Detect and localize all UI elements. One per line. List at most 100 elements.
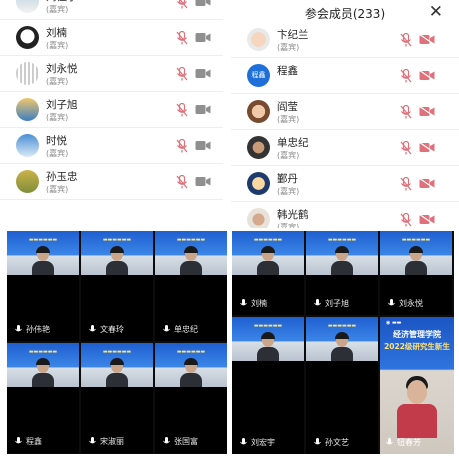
participant-row[interactable]: 刘子旭 (嘉宾) (0, 92, 223, 128)
participant-video: ▬▬▬▬▬▬ (7, 343, 79, 387)
tile-label: 刘子旭 (314, 298, 349, 309)
video-tile[interactable]: ▬▬▬▬▬▬ 刘宏宇 (232, 317, 304, 454)
participant-name: 程鑫 (277, 65, 298, 77)
mic-icon (240, 438, 247, 445)
video-tile[interactable]: ▬▬▬▬▬▬ 宋淑丽 (81, 343, 153, 453)
video-tile[interactable]: ▬▬▬▬▬▬ 文春玲 (81, 231, 153, 341)
camera-off-icon[interactable] (419, 178, 435, 189)
participant-video: ▬▬▬▬▬▬ (380, 231, 452, 275)
tile-name: 刘子旭 (325, 299, 349, 308)
participant-row[interactable]: 孙玉忠 (嘉宾) (0, 164, 223, 200)
tile-label: 刘楠 (240, 298, 267, 309)
camera-off-icon[interactable] (419, 106, 435, 117)
video-tile[interactable]: ▬▬▬▬▬▬ 孙文艺 (306, 317, 378, 454)
participant-row[interactable]: 刘永悦 (嘉宾) (0, 56, 223, 92)
camera-off-icon[interactable] (419, 70, 435, 81)
participant-row[interactable]: 程鑫 程鑫 (231, 58, 459, 94)
video-tile[interactable]: ▬▬▬▬▬▬ 单忠纪 (155, 231, 227, 341)
mic-icon (163, 437, 170, 444)
avatar (16, 26, 39, 49)
participant-name: 韩光鹤 (277, 209, 309, 221)
avatar (247, 28, 270, 51)
participant-panel-right: 参会成员(233) ✕ 卞纪兰 (嘉宾) 程鑫 程鑫 阎莹 (嘉宾) 单忠纪 (嘉宾) 鄞丹 (嘉… (231, 0, 459, 228)
mic-icon (163, 325, 170, 332)
participant-name: 孙玉忠 (46, 171, 78, 183)
mic-muted-icon[interactable] (400, 141, 412, 155)
participant-row[interactable]: 刘楠 (嘉宾) (0, 20, 223, 56)
camera-icon[interactable] (195, 140, 211, 151)
tile-label: 孙伟艳 (15, 324, 50, 335)
tile-name: 刘宏宇 (251, 438, 275, 447)
mic-muted-icon[interactable] (176, 67, 188, 81)
tile-name: 刘楠 (251, 299, 267, 308)
mic-icon (240, 299, 247, 306)
participant-row[interactable]: 卞纪兰 (嘉宾) (231, 22, 459, 58)
participant-name: 卞纪兰 (277, 29, 309, 41)
mic-muted-icon[interactable] (176, 103, 188, 117)
mic-muted-icon[interactable] (176, 31, 188, 45)
participant-role: (嘉宾) (46, 113, 69, 122)
mic-muted-icon[interactable] (400, 105, 412, 119)
camera-icon[interactable] (195, 68, 211, 79)
mic-muted-icon[interactable] (176, 0, 188, 9)
mic-muted-icon[interactable] (400, 177, 412, 191)
mic-muted-icon[interactable] (400, 213, 412, 227)
video-tile[interactable]: ▬▬▬▬▬▬ 程鑫 (7, 343, 79, 453)
camera-off-icon[interactable] (419, 142, 435, 153)
meeting-grid-right: ◉ ▬▬ 经济管理学院 2022级研究生新生 钮春芳 ▬▬▬▬▬▬ 刘楠 ▬▬▬▬▬… (232, 231, 454, 454)
close-icon[interactable]: ✕ (429, 2, 443, 22)
participant-name: 单忠纪 (277, 137, 309, 149)
camera-icon[interactable] (195, 0, 211, 7)
participant-video: ▬▬▬▬▬▬ (306, 317, 378, 361)
mic-muted-icon[interactable] (176, 139, 188, 153)
camera-icon[interactable] (195, 176, 211, 187)
speaker-video (397, 376, 437, 438)
avatar (16, 170, 39, 193)
participant-role: (嘉宾) (46, 41, 69, 50)
video-tile-featured[interactable]: ◉ ▬▬ 经济管理学院 2022级研究生新生 钮春芳 (380, 317, 454, 454)
participant-row[interactable]: 韩光鹤 (嘉宾) (231, 202, 459, 228)
participant-name: 刘永悦 (46, 63, 78, 75)
participant-row[interactable]: 单忠纪 (嘉宾) (231, 130, 459, 166)
mic-muted-icon[interactable] (400, 33, 412, 47)
camera-off-icon[interactable] (419, 214, 435, 225)
participant-name: 阎莹 (277, 101, 298, 113)
participant-name: 刘楠 (46, 27, 67, 39)
avatar (16, 134, 39, 157)
mic-muted-icon[interactable] (176, 175, 188, 189)
participant-row[interactable]: 阎莹 (嘉宾) (231, 94, 459, 130)
tile-label: 刘宏宇 (240, 437, 275, 448)
participant-name: 刘子旭 (46, 99, 78, 111)
school-name: 经济管理学院 (393, 330, 441, 339)
tile-name: 孙伟艳 (26, 325, 50, 334)
video-tile[interactable]: ▬▬▬▬▬▬ 孙伟艳 (7, 231, 79, 341)
mic-icon (388, 299, 395, 306)
camera-icon[interactable] (195, 104, 211, 115)
participant-row[interactable]: 鄞丹 (嘉宾) (231, 166, 459, 202)
mic-icon (314, 438, 321, 445)
camera-icon[interactable] (195, 32, 211, 43)
mic-icon (89, 437, 96, 444)
participant-role: (嘉宾) (277, 115, 300, 124)
video-tile[interactable]: ▬▬▬▬▬▬ 刘永悦 (380, 231, 452, 315)
tile-name: 文春玲 (100, 325, 124, 334)
participant-video: ▬▬▬▬▬▬ (81, 343, 153, 387)
event-name: 2022级研究生新生 (384, 342, 450, 351)
participant-role: (嘉宾) (277, 151, 300, 160)
participant-video: ▬▬▬▬▬▬ (155, 343, 227, 387)
mic-muted-icon[interactable] (400, 69, 412, 83)
participant-row[interactable]: 刘佳宁(嘉宾) (0, 0, 223, 20)
mic-icon (314, 299, 321, 306)
video-tile[interactable]: ▬▬▬▬▬▬ 刘楠 (232, 231, 304, 315)
panel-title: 参会成员(233) (304, 7, 386, 21)
participant-video: ▬▬▬▬▬▬ (232, 317, 304, 361)
participant-role: (嘉宾) (277, 223, 300, 228)
video-tile[interactable]: ▬▬▬▬▬▬ 张国富 (155, 343, 227, 453)
participant-row[interactable]: 时悦 (嘉宾) (0, 128, 223, 164)
video-tile[interactable]: ▬▬▬▬▬▬ 刘子旭 (306, 231, 378, 315)
participant-list: 卞纪兰 (嘉宾) 程鑫 程鑫 阎莹 (嘉宾) 单忠纪 (嘉宾) 鄞丹 (嘉宾) 韩光鹤 (嘉宾) (231, 22, 459, 228)
participant-video: ▬▬▬▬▬▬ (306, 231, 378, 275)
tile-label: 文春玲 (89, 324, 124, 335)
tile-label: 宋淑丽 (89, 436, 124, 447)
camera-off-icon[interactable] (419, 34, 435, 45)
